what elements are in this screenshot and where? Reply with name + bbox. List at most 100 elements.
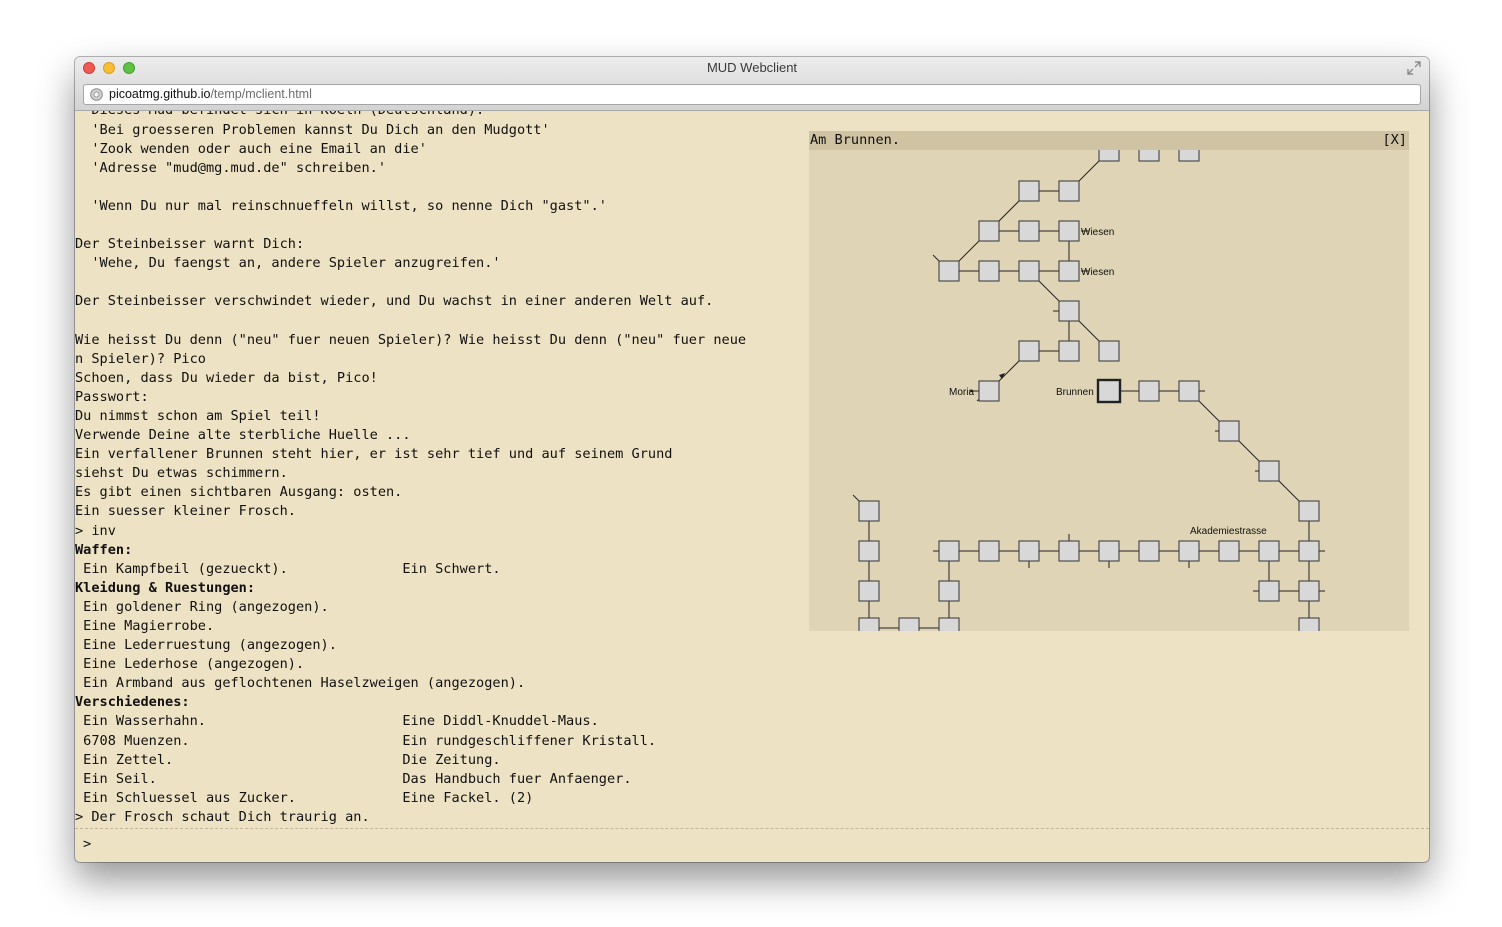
map-room <box>858 500 880 522</box>
command-input[interactable] <box>97 833 1419 859</box>
terminal-line: Passwort: <box>75 388 149 405</box>
map-close-button[interactable]: [X] <box>1382 131 1407 150</box>
terminal-line: Eine Lederhose (angezogen). <box>75 656 305 673</box>
map-room <box>1258 540 1280 562</box>
window-title: MUD Webclient <box>706 60 798 75</box>
address-bar[interactable]: picoatmg.github.io/temp/mclient.html <box>83 84 1421 105</box>
terminal-line: Ein suesser kleiner Frosch. <box>75 503 296 520</box>
fullscreen-icon[interactable] <box>1407 61 1421 75</box>
terminal-line: Du nimmst schon am Spiel teil! <box>75 407 321 424</box>
room-map: Wiesen Wiesen Moria Brunnen Akademiestrasse <box>852 140 1325 631</box>
map-label-brunnen: Brunnen <box>1056 387 1094 398</box>
terminal-line: Der Steinbeisser warnt Dich: <box>75 236 305 253</box>
map-room <box>938 580 960 602</box>
terminal-line: Ein Wasserhahn. Eine Diddl-Knuddel-Maus. <box>75 713 599 730</box>
map-room <box>1258 460 1280 482</box>
map-room <box>1298 580 1320 602</box>
terminal-line: 'Wenn Du nur mal reinschnueffeln willst,… <box>75 197 607 214</box>
terminal-line: 6708 Muenzen. Ein rundgeschliffener Kris… <box>75 732 657 749</box>
url-host: picoatmg.github.io <box>109 87 211 101</box>
terminal-line: Ein Armband aus geflochtenen Haselzweige… <box>75 675 526 692</box>
terminal-line: Verschiedenes: <box>75 694 190 711</box>
map-room <box>1098 540 1120 562</box>
map-room <box>858 580 880 602</box>
terminal-line: Dieses Mud befindet sich in Koeln (Deuts… <box>75 111 775 121</box>
map-room <box>1178 380 1200 402</box>
map-room <box>1018 540 1040 562</box>
map-room <box>978 260 1000 282</box>
terminal-line: Es gibt einen sichtbaren Ausgang: osten. <box>75 484 403 501</box>
map-room <box>858 540 880 562</box>
terminal-output[interactable]: Dieses Mud befindet sich in Koeln (Deuts… <box>75 111 775 827</box>
map-room <box>1298 540 1320 562</box>
map-room <box>978 220 1000 242</box>
map-room <box>1138 540 1160 562</box>
map-room <box>1218 540 1240 562</box>
map-label-wiesen: Wiesen <box>1081 227 1114 238</box>
terminal-line: Ein Schluessel aus Zucker. Eine Fackel. … <box>75 789 534 806</box>
map-room <box>1298 500 1320 522</box>
map-title: Am Brunnen. <box>810 132 901 148</box>
map-room <box>1258 580 1280 602</box>
map-room <box>1058 180 1080 202</box>
map-room <box>1018 340 1040 362</box>
map-room <box>1058 300 1080 322</box>
terminal-line: Ein Zettel. Die Zeitung. <box>75 751 501 768</box>
map-room <box>978 380 1000 402</box>
map-header: Am Brunnen. [X] <box>809 131 1409 150</box>
map-room <box>938 540 960 562</box>
map-room <box>1138 380 1160 402</box>
terminal-line: Ein Kampfbeil (gezueckt). Ein Schwert. <box>75 560 501 577</box>
terminal-scrollback: Dieses Mud befindet sich in Koeln (Deuts… <box>75 111 775 827</box>
map-room <box>1098 340 1120 362</box>
terminal-line: Ein verfallener Brunnen steht hier, er i… <box>75 446 673 463</box>
url-path: /temp/mclient.html <box>210 87 312 101</box>
terminal-line: Schoen, dass Du wieder da bist, Pico! <box>75 369 378 386</box>
terminal-line: Eine Magierrobe. <box>75 617 215 634</box>
map-room <box>1218 420 1240 442</box>
map-room <box>1178 540 1200 562</box>
map-room <box>1018 260 1040 282</box>
map-room <box>1018 180 1040 202</box>
map-room <box>1018 220 1040 242</box>
terminal-line: Waffen: <box>75 541 133 558</box>
command-bar: > <box>75 828 1429 862</box>
terminal-line: Kleidung & Ruestungen: <box>75 579 256 596</box>
prompt-symbol: > <box>83 836 92 852</box>
browser-window: MUD Webclient picoatmg.github.io/temp/mc… <box>75 57 1429 862</box>
terminal-line: 'Bei groesseren Problemen kannst Du Dich… <box>75 121 550 138</box>
map-room <box>1058 220 1080 242</box>
terminal-line: Wie heisst Du denn ("neu" fuer neuen Spi… <box>75 331 747 348</box>
map-room <box>1298 617 1320 631</box>
map-room <box>1058 340 1080 362</box>
terminal-line: > inv <box>75 522 116 539</box>
map-room <box>978 540 1000 562</box>
terminal-line: 'Wehe, Du faengst an, andere Spieler anz… <box>75 255 501 272</box>
map-current-room <box>1096 378 1122 404</box>
map-label-akademiestrasse: Akademiestrasse <box>1190 526 1267 537</box>
terminal-line: Eine Lederruestung (angezogen). <box>75 637 337 654</box>
map-room <box>938 617 960 631</box>
title-bar: MUD Webclient picoatmg.github.io/temp/mc… <box>75 57 1429 111</box>
terminal-line: Der Steinbeisser verschwindet wieder, un… <box>75 293 714 310</box>
url-text[interactable]: picoatmg.github.io/temp/mclient.html <box>109 85 312 104</box>
map-room <box>1058 260 1080 282</box>
map-panel: Wiesen Wiesen Moria Brunnen Akademiestrasse … <box>809 131 1409 631</box>
terminal-line: 'Adresse "mud@mg.mud.de" schreiben.' <box>75 159 386 176</box>
map-room <box>898 617 920 631</box>
map-label-moria: Moria <box>949 387 974 398</box>
terminal-line: Verwende Deine alte sterbliche Huelle ..… <box>75 427 411 444</box>
terminal-line: Ein goldener Ring (angezogen). <box>75 598 329 615</box>
terminal-line: n Spieler)? Pico <box>75 350 206 367</box>
map-room <box>858 617 880 631</box>
terminal-line: Ein Seil. Das Handbuch fuer Anfaenger. <box>75 770 632 787</box>
terminal-line: siehst Du etwas schimmern. <box>75 465 288 482</box>
map-room <box>938 260 960 282</box>
map-room <box>1058 540 1080 562</box>
globe-icon <box>90 88 103 101</box>
terminal-line: 'Zook wenden oder auch eine Email an die… <box>75 140 427 157</box>
